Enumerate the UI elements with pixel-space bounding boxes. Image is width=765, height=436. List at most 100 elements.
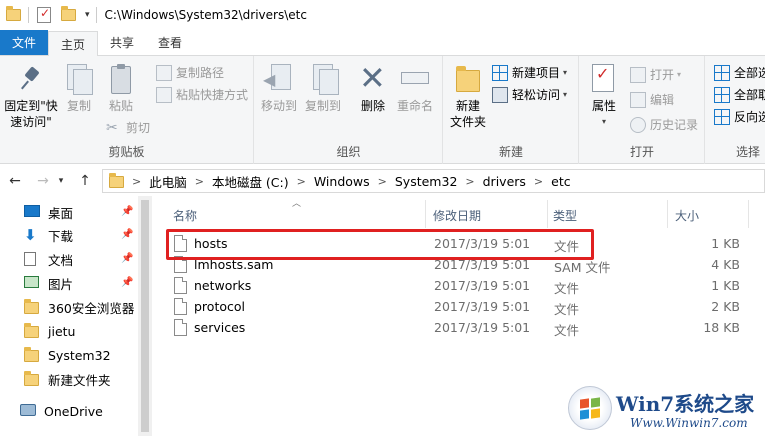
nav-item-new-folder[interactable]: 新建文件夹 [24,368,111,390]
copy-path-button[interactable]: 复制路径 [156,64,224,81]
organize-group-label: 组织 [336,145,361,159]
watermark-url: Www.Winwin7.com [630,416,748,430]
tab-view[interactable]: 查看 [146,30,194,55]
easy-access-label: 轻松访问 [512,88,561,102]
new-item-icon [492,64,508,81]
nav-item-360-browser[interactable]: 360安全浏览器 [24,296,134,318]
chevron-down-icon: ▾ [677,70,682,79]
nav-item-desktop[interactable]: 桌面 [24,201,73,223]
copy-to-icon [307,62,339,96]
file-icon [174,298,187,315]
breadcrumb-etc[interactable]: etc [551,174,570,189]
breadcrumb-this-pc[interactable]: 此电脑 [149,172,187,191]
breadcrumb-windows[interactable]: Windows [314,174,370,189]
easy-access-button[interactable]: 轻松访问 ▾ [492,86,567,103]
nav-item-label: 图片 [48,276,74,292]
nav-item-system32[interactable]: System32 [24,344,111,366]
move-to-label: 移动到 [261,99,298,113]
properties-quick-icon[interactable] [37,6,51,23]
properties-button[interactable]: 属性 ▾ [586,62,622,130]
breadcrumb-separator[interactable]: > [297,175,306,188]
breadcrumb-separator[interactable]: > [534,175,543,188]
new-folder-quick-icon[interactable] [61,6,77,25]
folder-icon [6,6,22,25]
history-button[interactable]: 历史记录 [630,116,698,133]
file-size: 1 KB [711,236,740,251]
watermark: Win7系统之家 Www.Winwin7.com [568,382,765,436]
address-bar[interactable]: > 此电脑 > 本地磁盘 (C:) > Windows > System32 >… [102,169,765,193]
breadcrumb-drivers[interactable]: drivers [483,174,526,189]
up-button[interactable]: ↑ [74,170,96,192]
breadcrumb-local-disk[interactable]: 本地磁盘 (C:) [212,172,289,191]
file-row-networks[interactable]: networks 2017/3/19 5:01 文件 1 KB [170,276,765,296]
invert-selection-icon [714,108,730,125]
invert-selection-button[interactable]: 反向选 [714,108,765,125]
column-divider[interactable] [425,200,426,228]
chevron-down-icon: ▾ [601,117,606,126]
chevron-down-icon: ▾ [563,90,568,99]
quick-access-dropdown[interactable]: ▾ [85,10,90,20]
breadcrumb-system32[interactable]: System32 [395,174,458,189]
column-divider[interactable] [667,200,668,228]
paste-icon [105,62,137,96]
copy-to-button[interactable]: 复制到 [305,62,341,114]
breadcrumb-separator[interactable]: > [195,175,204,188]
pin-icon[interactable]: 📌 [121,229,133,240]
nav-item-pictures[interactable]: 图片 [24,272,73,294]
pin-label-line1: 固定到"快 [4,99,58,113]
copy-button[interactable]: 复制 [62,62,96,114]
nav-item-onedrive[interactable]: OneDrive [20,400,103,422]
paste-shortcut-label: 粘贴快捷方式 [176,88,249,102]
column-header-name[interactable]: 名称 [173,204,197,226]
nav-item-documents[interactable]: 文档 [24,248,73,270]
new-item-button[interactable]: 新建项目 ▾ [492,64,567,81]
forward-button[interactable]: → [32,170,54,192]
divider [95,7,97,23]
file-row-services[interactable]: services 2017/3/19 5:01 文件 18 KB [170,318,765,338]
pin-icon[interactable]: 📌 [121,206,133,217]
nav-item-jietu[interactable]: jietu [24,320,75,342]
forward-arrow-icon: → [37,173,49,189]
delete-button[interactable]: ✕ 删除 [355,62,391,114]
cut-button[interactable]: ✂ 剪切 [106,119,150,136]
nav-scrollbar[interactable] [138,196,152,436]
pin-icon[interactable]: 📌 [121,277,133,288]
folder-icon [24,347,40,362]
tab-file[interactable]: 文件 [0,30,48,55]
breadcrumb-separator[interactable]: > [465,175,474,188]
file-row-protocol[interactable]: protocol 2017/3/19 5:01 文件 2 KB [170,297,765,317]
edit-button[interactable]: 编辑 [630,91,674,108]
windows-logo-icon [568,386,612,430]
column-header-type[interactable]: 类型 [553,204,577,226]
move-to-button[interactable]: ◀ 移动到 [261,62,297,114]
scrollbar-thumb[interactable] [141,200,149,432]
file-date: 2017/3/19 5:01 [434,278,531,293]
new-folder-button[interactable]: 新建 文件夹 [448,62,488,130]
navigation-pane: 桌面 📌 ⬇ 下载 📌 文档 📌 图片 📌 360安全浏览器 jietu Sys… [0,196,152,436]
paste-button[interactable]: 粘贴 [104,62,138,114]
file-date: 2017/3/19 5:01 [434,320,531,335]
download-icon: ⬇ [24,226,37,244]
nav-item-downloads[interactable]: ⬇ 下载 [24,224,73,246]
tab-home[interactable]: 主页 [48,31,99,56]
select-none-button[interactable]: 全部取 [714,86,765,103]
pin-icon[interactable]: 📌 [121,253,133,264]
column-header-size[interactable]: 大小 [675,204,699,226]
select-all-button[interactable]: 全部选 [714,64,765,81]
back-button[interactable]: ← [4,170,26,192]
file-name: protocol [194,299,245,314]
pin-to-quick-access-button[interactable]: 固定到"快 速访问" [2,62,60,130]
column-divider[interactable] [748,200,749,228]
onedrive-cloud-icon [20,404,36,418]
nav-item-label: 下载 [48,228,74,244]
breadcrumb-separator[interactable]: > [378,175,387,188]
paste-shortcut-button[interactable]: 粘贴快捷方式 [156,86,248,103]
tab-share[interactable]: 共享 [98,30,146,55]
file-icon [174,277,187,294]
rename-button[interactable]: 重命名 [393,62,437,114]
column-divider[interactable] [547,200,548,228]
column-header-date[interactable]: 修改日期 [433,204,481,226]
open-button[interactable]: 打开 ▾ [630,66,681,83]
properties-icon [588,62,620,96]
recent-locations-button[interactable]: ▾ [54,170,68,192]
